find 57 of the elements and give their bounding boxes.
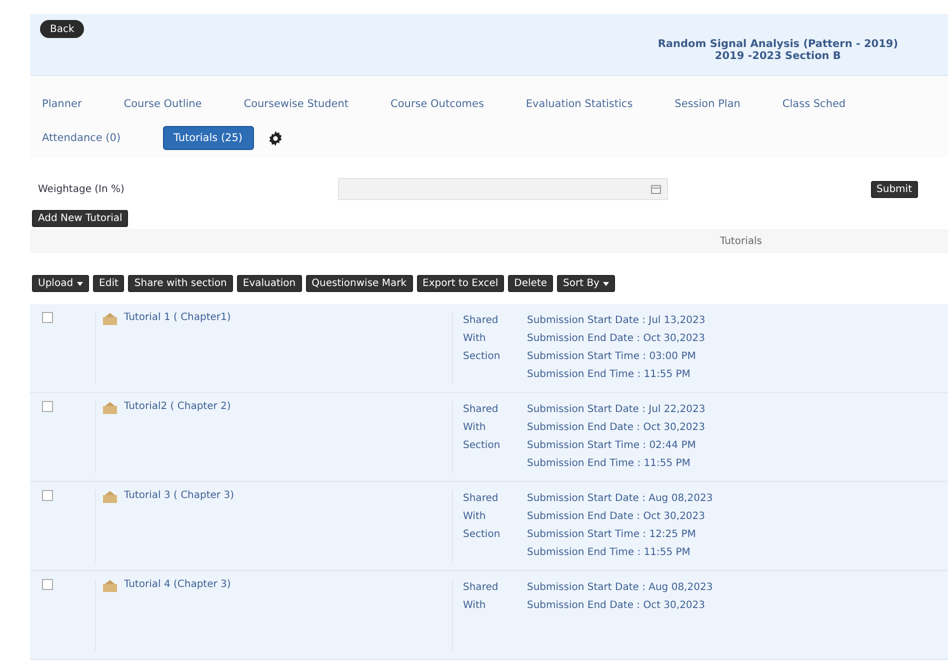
submission-detail: Submission End Date : Oct 30,2023 (527, 599, 706, 613)
weightage-select[interactable] (338, 178, 668, 200)
submission-detail: Submission Start Date : Jul 13,2023 (527, 314, 706, 328)
row-checkbox[interactable] (42, 312, 53, 323)
folder-icon (102, 401, 118, 415)
toolbar-button[interactable]: Upload (32, 275, 90, 292)
settings-icon[interactable] (268, 130, 283, 146)
tab[interactable]: Course Outcomes (390, 94, 484, 114)
submission-detail: Submission Start Date : Jul 22,2023 (527, 403, 706, 417)
tutorial-link[interactable]: Tutorial 1 ( Chapter1) (124, 312, 231, 323)
submission-detail: Submission Start Date : Aug 08,2023 (527, 492, 713, 506)
submission-detail: Submission End Date : Oct 30,2023 (527, 332, 706, 346)
row-checkbox[interactable] (42, 490, 53, 501)
share-status: Shared With Section (463, 314, 502, 364)
submission-detail: Submission Start Time : 02:44 PM (527, 439, 697, 453)
tab[interactable]: Course Outline (124, 94, 202, 114)
weightage-label: Weightage (In %) (38, 184, 126, 194)
submit-button[interactable]: Submit (870, 180, 918, 198)
tab[interactable]: Evaluation Statistics (526, 94, 633, 114)
folder-icon (102, 579, 118, 593)
toolbar-button[interactable]: Delete (508, 275, 554, 292)
course-title: Random Signal Analysis (Pattern - 2019) (658, 38, 898, 50)
toolbar-button[interactable]: Export to Excel (416, 275, 504, 292)
submission-detail: Submission End Date : Oct 30,2023 (527, 421, 706, 435)
row-checkbox[interactable] (42, 401, 53, 412)
add-tutorial-button[interactable]: Add New Tutorial (32, 210, 128, 227)
share-status: Shared With Section (463, 492, 502, 542)
tutorial-link[interactable]: Tutorial 4 (Chapter 3) (124, 579, 231, 590)
submission-detail: Submission End Date : Oct 30,2023 (527, 510, 706, 524)
submission-detail: Submission End Time : 11:55 PM (527, 457, 692, 471)
course-section: 2019 -2023 Section B (714, 50, 841, 62)
tab[interactable]: Planner (42, 94, 82, 114)
submission-detail: Submission Start Date : Aug 08,2023 (527, 581, 713, 595)
tab[interactable]: Coursewise Student (244, 94, 349, 114)
folder-icon (102, 312, 118, 326)
submission-detail: Submission End Time : 11:55 PM (527, 546, 692, 560)
calendar-icon (651, 184, 661, 194)
tab[interactable]: Attendance (0) (42, 128, 121, 148)
tutorial-link[interactable]: Tutorial2 ( Chapter 2) (124, 401, 231, 412)
tab[interactable]: Class Sched (782, 94, 846, 114)
row-checkbox[interactable] (42, 579, 53, 590)
share-status: Shared With Section (463, 403, 502, 453)
toolbar-button[interactable]: Evaluation (236, 275, 302, 292)
tab[interactable]: Session Plan (674, 94, 740, 114)
submission-detail: Submission Start Time : 03:00 PM (527, 350, 697, 364)
back-button[interactable]: Back (40, 20, 84, 38)
folder-icon (102, 490, 118, 504)
toolbar-button[interactable]: Share with section (128, 275, 233, 292)
toolbar-button[interactable]: Sort By (557, 275, 616, 292)
toolbar-button[interactable]: Edit (93, 275, 124, 292)
tab[interactable]: Tutorials (25) (162, 126, 254, 150)
share-status: Shared With (463, 581, 500, 613)
submission-detail: Submission End Time : 11:55 PM (527, 368, 692, 382)
submission-detail: Submission Start Time : 12:25 PM (527, 528, 697, 542)
section-title: Tutorials (720, 236, 762, 246)
tutorial-link[interactable]: Tutorial 3 ( Chapter 3) (124, 490, 234, 501)
toolbar-button[interactable]: Questionwise Mark (306, 275, 413, 292)
